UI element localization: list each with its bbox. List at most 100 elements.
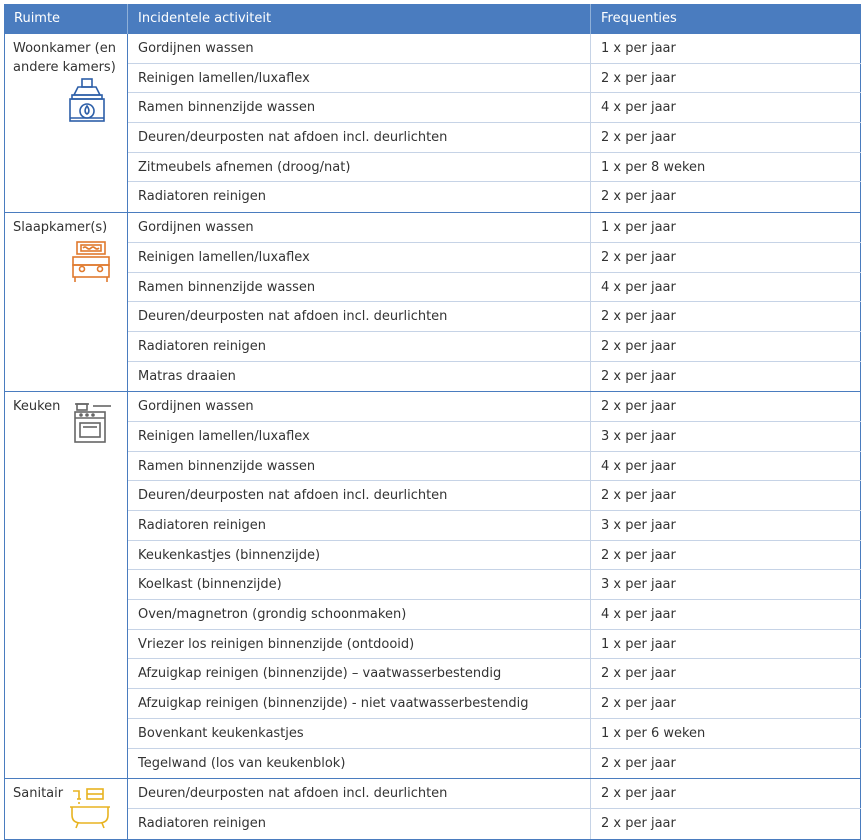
frequency-cell: 2 x per jaar — [591, 123, 861, 152]
room-name: Woonkamer (en andere kamers) — [13, 41, 116, 75]
table-row: Afzuigkap reinigen (binnenzijde) - niet … — [128, 689, 861, 719]
frequency-cell: 4 x per jaar — [591, 93, 861, 123]
frequency-table: Ruimte Incidentele activiteit Frequentie… — [4, 4, 861, 840]
table-row: Gordijnen wassen 1 x per jaar — [128, 213, 861, 243]
stove-icon — [74, 403, 111, 444]
table-row: Deuren/deurposten nat afdoen incl. deurl… — [128, 123, 861, 153]
table-row: Zitmeubels afnemen (droog/nat) 1 x per 8 … — [128, 152, 861, 183]
rows-sanitary: Deuren/deurposten nat afdoen incl. deurl… — [128, 779, 861, 839]
frequency-cell: 2 x per jaar — [591, 392, 861, 421]
table-row: Afzuigkap reinigen (binnenzijde) – vaatw… — [128, 659, 861, 690]
table-row: Reinigen lamellen/luxaflex 3 x per jaar — [128, 421, 861, 452]
table-row: Deuren/deurposten nat afdoen incl. deurl… — [128, 481, 861, 511]
frequency-cell: 1 x per jaar — [591, 629, 861, 659]
frequency-cell: 2 x per jaar — [591, 659, 861, 689]
table-row: Ramen binnenzijde wassen 4 x per jaar — [128, 451, 861, 482]
activity-cell: Vriezer los reinigen binnenzijde (ontdoo… — [128, 629, 591, 659]
table-row: Deuren/deurposten nat afdoen incl. deurl… — [128, 779, 861, 809]
activity-cell: Deuren/deurposten nat afdoen incl. deurl… — [128, 481, 591, 510]
frequency-cell: 4 x per jaar — [591, 272, 861, 302]
table-row: Keukenkastjes (binnenzijde) 2 x per jaar — [128, 540, 861, 571]
table-row: Gordijnen wassen 1 x per jaar — [128, 34, 861, 64]
activity-cell: Ramen binnenzijde wassen — [128, 272, 591, 302]
room-cell: Sanitair — [4, 779, 128, 839]
activity-cell: Gordijnen wassen — [128, 34, 591, 63]
activity-cell: Gordijnen wassen — [128, 213, 591, 242]
activity-cell: Ramen binnenzijde wassen — [128, 93, 591, 123]
room-group-sanitary: Sanitair Deuren/deurposten nat afdoen in… — [4, 779, 861, 840]
room-name: Slaapkamer(s) — [13, 220, 108, 236]
activity-cell: Reinigen lamellen/luxaflex — [128, 242, 591, 272]
activity-cell: Afzuigkap reinigen (binnenzijde) - niet … — [128, 689, 591, 718]
table-header: Ruimte Incidentele activiteit Frequentie… — [4, 4, 861, 34]
fireplace-icon — [69, 78, 105, 122]
frequency-cell: 2 x per jaar — [591, 689, 861, 718]
rows-living: Gordijnen wassen 1 x per jaar Reinigen la… — [128, 34, 861, 213]
room-group-living: Woonkamer (en andere kamers) Gordijnen w… — [4, 34, 861, 214]
frequency-cell: 2 x per jaar — [591, 540, 861, 570]
table-row: Vriezer los reinigen binnenzijde (ontdoo… — [128, 629, 861, 660]
rows-kitchen: Gordijnen wassen 2 x per jaar Reinigen la… — [128, 392, 861, 779]
table-row: Reinigen lamellen/luxaflex 2 x per jaar — [128, 63, 861, 94]
activity-cell: Reinigen lamellen/luxaflex — [128, 63, 591, 93]
frequency-cell: 2 x per jaar — [591, 182, 861, 213]
room-group-kitchen: Keuken Gordijnen wassen 2 x per jaar Rei… — [4, 392, 861, 780]
activity-cell: Radiatoren reinigen — [128, 331, 591, 361]
table-row: Koelkast (binnenzijde) 3 x per jaar — [128, 570, 861, 601]
activity-cell: Ramen binnenzijde wassen — [128, 451, 591, 481]
room-cell: Slaapkamer(s) — [4, 213, 128, 392]
table-row: Ramen binnenzijde wassen 4 x per jaar — [128, 272, 861, 303]
activity-cell: Oven/magnetron (grondig schoonmaken) — [128, 600, 591, 629]
frequency-cell: 2 x per jaar — [591, 748, 861, 779]
activity-cell: Deuren/deurposten nat afdoen incl. deurl… — [128, 123, 591, 152]
frequency-cell: 3 x per jaar — [591, 421, 861, 451]
activity-cell: Bovenkant keukenkastjes — [128, 718, 591, 748]
table-row: Radiatoren reinigen 3 x per jaar — [128, 511, 861, 541]
activity-cell: Deuren/deurposten nat afdoen incl. deurl… — [128, 302, 591, 331]
activity-cell: Deuren/deurposten nat afdoen incl. deurl… — [128, 779, 591, 808]
activity-cell: Reinigen lamellen/luxaflex — [128, 421, 591, 451]
activity-cell: Radiatoren reinigen — [128, 808, 591, 839]
frequency-cell: 2 x per jaar — [591, 63, 861, 93]
room-cell: Keuken — [4, 392, 128, 779]
table-row: Ramen binnenzijde wassen 4 x per jaar — [128, 93, 861, 124]
frequency-cell: 3 x per jaar — [591, 570, 861, 600]
activity-cell: Koelkast (binnenzijde) — [128, 570, 591, 600]
room-cell: Woonkamer (en andere kamers) — [4, 34, 128, 213]
frequency-cell: 4 x per jaar — [591, 451, 861, 481]
activity-cell: Afzuigkap reinigen (binnenzijde) – vaatw… — [128, 659, 591, 689]
bathtub-icon — [70, 788, 110, 829]
frequency-cell: 1 x per jaar — [591, 34, 861, 63]
frequency-cell: 1 x per 6 weken — [591, 718, 861, 748]
frequency-cell: 2 x per jaar — [591, 331, 861, 361]
header-activity: Incidentele activiteit — [128, 4, 591, 34]
header-room: Ruimte — [4, 4, 128, 34]
activity-cell: Radiatoren reinigen — [128, 182, 591, 213]
frequency-cell: 2 x per jaar — [591, 481, 861, 510]
activity-cell: Tegelwand (los van keukenblok) — [128, 748, 591, 779]
activity-cell: Matras draaien — [128, 361, 591, 392]
activity-cell: Gordijnen wassen — [128, 392, 591, 421]
table-row: Radiatoren reinigen 2 x per jaar — [128, 808, 861, 839]
table-row: Tegelwand (los van keukenblok) 2 x per ja… — [128, 748, 861, 779]
frequency-cell: 2 x per jaar — [591, 779, 861, 808]
table-row: Bovenkant keukenkastjes 1 x per 6 weken — [128, 718, 861, 749]
frequency-cell: 1 x per 8 weken — [591, 152, 861, 182]
frequency-cell: 2 x per jaar — [591, 242, 861, 272]
table-row: Matras draaien 2 x per jaar — [128, 361, 861, 392]
activity-cell: Keukenkastjes (binnenzijde) — [128, 540, 591, 570]
activity-cell: Radiatoren reinigen — [128, 511, 591, 540]
table-row: Reinigen lamellen/luxaflex 2 x per jaar — [128, 242, 861, 273]
frequency-cell: 2 x per jaar — [591, 361, 861, 392]
table-row: Oven/magnetron (grondig schoonmaken) 4 x … — [128, 600, 861, 630]
table-row: Radiatoren reinigen 2 x per jaar — [128, 331, 861, 362]
bed-icon — [72, 241, 110, 283]
table-row: Radiatoren reinigen 2 x per jaar — [128, 182, 861, 213]
frequency-cell: 3 x per jaar — [591, 511, 861, 540]
activity-cell: Zitmeubels afnemen (droog/nat) — [128, 152, 591, 182]
table-row: Deuren/deurposten nat afdoen incl. deurl… — [128, 302, 861, 332]
table-row: Gordijnen wassen 2 x per jaar — [128, 392, 861, 422]
room-group-bedroom: Slaapkamer(s) Gordijnen wassen 1 x per ja… — [4, 213, 861, 393]
frequency-cell: 2 x per jaar — [591, 808, 861, 839]
header-frequency: Frequenties — [601, 11, 677, 26]
